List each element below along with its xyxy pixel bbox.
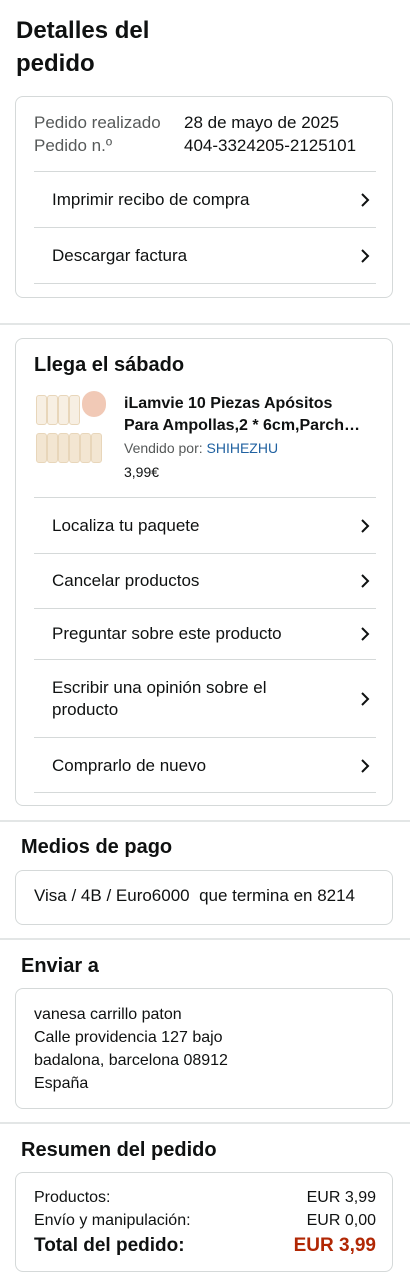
seller-info: Vendido por: SHIHEZHU — [124, 440, 278, 456]
order-total-value: EUR 3,99 — [293, 1235, 376, 1256]
order-total-label: Total del pedido: — [34, 1235, 185, 1256]
section-separator — [0, 323, 410, 325]
order-info-card: Pedido realizado 28 de mayo de 2025 Pedid… — [15, 96, 393, 298]
address-line: vanesa carrillo paton — [34, 1006, 182, 1023]
cancel-items-label: Cancelar productos — [52, 571, 200, 590]
seller-label: Vendido por: — [124, 440, 203, 456]
cancel-items-button[interactable]: Cancelar productos — [34, 553, 376, 608]
print-receipt-button[interactable]: Imprimir recibo de compra — [34, 171, 376, 227]
shipping-cost-row: Envío y manipulación: EUR 0,00 — [34, 1210, 376, 1232]
page-title: Detalles del pedido — [16, 17, 150, 77]
divider — [34, 792, 376, 793]
shipment-card: Llega el sábado iLamvie 10 Piezas Apósit… — [15, 338, 393, 806]
divider — [34, 283, 376, 284]
chevron-right-icon — [356, 757, 374, 775]
track-package-label: Localiza tu paquete — [52, 515, 200, 535]
payment-card: Visa / 4B / Euro6000 que termina en 8214 — [15, 870, 393, 925]
shipping-address: vanesa carrillo paton Calle providencia … — [34, 1003, 228, 1095]
products-row: Productos: EUR 3,99 — [34, 1187, 376, 1209]
section-separator — [0, 820, 410, 822]
seller-link[interactable]: SHIHEZHU — [207, 440, 279, 456]
ask-product-question-button[interactable]: Preguntar sobre este producto — [34, 608, 376, 659]
download-invoice-button[interactable]: Descargar factura — [34, 227, 376, 283]
order-total-row: Total del pedido: EUR 3,99 — [34, 1235, 376, 1257]
order-number-label: Pedido n.º — [34, 136, 113, 155]
address-line: badalona, barcelona 08912 — [34, 1052, 228, 1069]
payment-method: Visa / 4B / Euro6000 que termina en 8214 — [34, 886, 356, 905]
summary-card: Productos: EUR 3,99 Envío y manipulación… — [15, 1172, 393, 1272]
order-date-row: Pedido realizado 28 de mayo de 2025 — [34, 111, 339, 134]
shipment-heading: Llega el sábado — [34, 354, 185, 376]
products-label: Productos: — [34, 1189, 111, 1206]
product-title[interactable]: iLamvie 10 Piezas Apósitos Para Ampollas… — [124, 393, 378, 437]
address-line: España — [34, 1075, 89, 1092]
ask-product-question-label: Preguntar sobre este producto — [52, 624, 282, 643]
section-separator — [0, 1122, 410, 1124]
product-title-line: Para Ampollas,2 * 6cm,Parch… — [124, 417, 360, 434]
buy-again-button[interactable]: Comprarlo de nuevo — [34, 737, 376, 793]
track-package-button[interactable]: Localiza tu paquete — [34, 497, 376, 553]
print-receipt-label: Imprimir recibo de compra — [52, 189, 250, 209]
shipping-cost-label: Envío y manipulación: — [34, 1212, 191, 1229]
chevron-right-icon — [356, 690, 374, 708]
product-image[interactable] — [34, 391, 106, 463]
write-review-label-line: producto — [52, 699, 119, 719]
shipping-address-card: vanesa carrillo paton Calle providencia … — [15, 988, 393, 1109]
order-date-value: 28 de mayo de 2025 — [184, 113, 340, 132]
chevron-right-icon — [356, 625, 374, 643]
shipping-heading: Enviar a — [21, 955, 99, 977]
write-review-label: Escribir una opinión sobre el producto — [52, 677, 267, 721]
write-review-label-line: Escribir una opinión sobre el — [52, 677, 267, 697]
chevron-right-icon — [356, 247, 374, 265]
order-number-row: Pedido n.º 404-3324205-2125101 — [34, 134, 356, 157]
summary-heading: Resumen del pedido — [21, 1139, 217, 1161]
buy-again-label: Comprarlo de nuevo — [52, 755, 207, 775]
chevron-right-icon — [356, 517, 374, 535]
shipping-cost-value: EUR 0,00 — [306, 1212, 376, 1229]
product-price: 3,99€ — [124, 464, 160, 480]
product-title-line: iLamvie 10 Piezas Apósitos — [124, 395, 333, 412]
payment-heading: Medios de pago — [21, 836, 173, 858]
order-number-value: 404-3324205-2125101 — [184, 136, 357, 155]
address-line: Calle providencia 127 bajo — [34, 1029, 223, 1046]
section-separator — [0, 938, 410, 940]
write-review-button[interactable]: Escribir una opinión sobre el producto — [34, 659, 376, 737]
products-value: EUR 3,99 — [306, 1189, 376, 1206]
download-invoice-label: Descargar factura — [52, 245, 188, 265]
order-date-label: Pedido realizado — [34, 113, 161, 132]
chevron-right-icon — [356, 572, 374, 590]
chevron-right-icon — [356, 191, 374, 209]
